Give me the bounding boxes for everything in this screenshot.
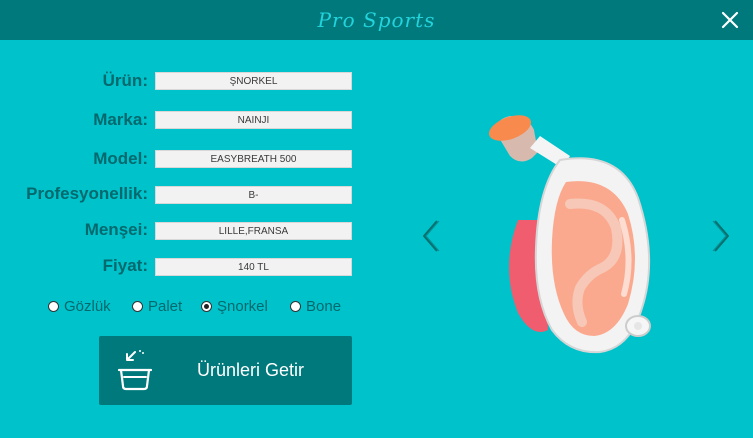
radio-label: Gözlük — [64, 297, 111, 315]
fiyat-field[interactable] — [155, 258, 352, 276]
product-image — [488, 115, 651, 354]
radio-snorkel[interactable]: Şnorkel — [201, 297, 268, 315]
fetch-products-label: Ürünleri Getir — [197, 360, 305, 380]
radio-label: Palet — [148, 297, 183, 315]
close-button[interactable] — [719, 9, 741, 31]
chevron-left-icon — [423, 220, 440, 252]
close-icon — [721, 11, 739, 29]
radio-palet[interactable]: Palet — [132, 297, 182, 315]
radio-dot — [48, 300, 59, 312]
chevron-right-icon — [712, 220, 729, 252]
radio-dot — [290, 300, 301, 312]
label-marka: Marka: — [93, 110, 148, 129]
radio-dot-checked — [201, 300, 212, 312]
mask-valve-center — [634, 322, 642, 330]
label-profesyonellik: Profesyonellik: — [26, 184, 148, 203]
fetch-products-button[interactable]: Ürünleri Getir — [99, 336, 352, 405]
next-image-button[interactable] — [710, 218, 732, 254]
marka-field[interactable] — [155, 111, 352, 129]
label-mensei: Menşei: — [84, 220, 148, 239]
profesyonellik-field[interactable] — [155, 186, 352, 204]
mensei-field[interactable] — [155, 222, 352, 240]
label-model: Model: — [93, 149, 148, 168]
basket-download-icon — [117, 350, 153, 391]
radio-bone[interactable]: Bone — [290, 297, 341, 315]
label-fiyat: Fiyat: — [102, 256, 148, 275]
label-urun: Ürün: — [102, 71, 148, 90]
urun-field[interactable] — [155, 72, 352, 90]
model-field[interactable] — [155, 150, 352, 168]
prev-image-button[interactable] — [420, 218, 442, 254]
radio-dot — [132, 300, 143, 312]
radio-gozluk[interactable]: Gözlük — [48, 297, 111, 315]
radio-label: Şnorkel — [217, 297, 268, 315]
radio-label: Bone — [306, 297, 342, 315]
app-title: Pro Sports — [317, 8, 436, 32]
